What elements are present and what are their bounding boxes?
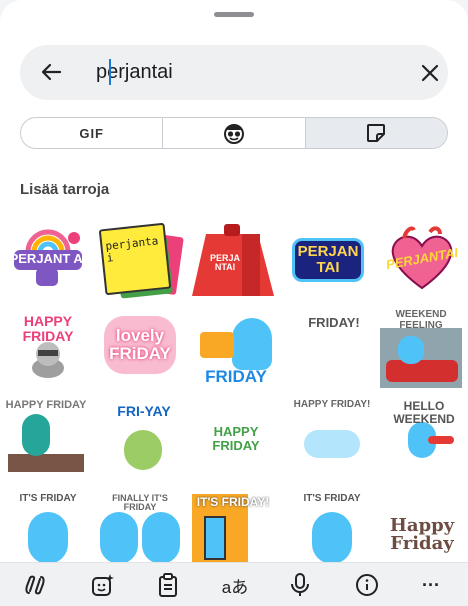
sticker-label: FINALLY IT'S FRIDAY — [112, 494, 168, 513]
more-icon[interactable]: ··· — [418, 572, 444, 598]
sticker-label: PERJAN TAI — [297, 243, 359, 276]
sticker-desk — [8, 454, 84, 472]
sticker-item[interactable]: IT'S FRIDAY — [8, 494, 88, 563]
sticker-frog — [124, 430, 162, 470]
sticker-item[interactable]: PERJANT AI — [8, 224, 88, 294]
sticker-item[interactable]: lovely FRiDAY — [100, 310, 180, 380]
search-input[interactable]: perjantai — [96, 61, 173, 84]
sticker-label: HAPPY FRIDAY — [5, 400, 87, 411]
sticker-label: FRI-YAY — [117, 404, 171, 419]
arrow-left-icon[interactable] — [38, 59, 64, 85]
search-bar[interactable]: perjantai — [20, 45, 448, 100]
sticker-item[interactable]: PERJA NTAI — [192, 220, 276, 300]
tab-gif-label: GIF — [79, 125, 104, 141]
sticker-item[interactable]: HELLO WEEKEND — [384, 400, 464, 482]
sticker-label: HAPPY FRIDAY — [22, 313, 74, 344]
sticker-car — [386, 360, 458, 382]
more-glyph: ··· — [422, 574, 440, 595]
tab-gif[interactable]: GIF — [21, 118, 164, 148]
sticker-penguin — [398, 336, 424, 364]
sticker-label: HELLO WEEKEND — [393, 400, 455, 426]
sticker-item[interactable]: WEEKEND FEELING — [378, 310, 464, 390]
sticker-item[interactable]: FRIDAY! — [294, 310, 374, 336]
sticker-item[interactable]: HAPPY FRIDAY — [196, 404, 276, 474]
sticker-boombox — [200, 332, 234, 358]
sticker-item[interactable]: FRI-YAY — [104, 404, 184, 474]
sticker-item[interactable]: PERJAN TAI — [292, 238, 364, 282]
microphone-icon[interactable] — [287, 572, 313, 598]
info-icon[interactable] — [354, 572, 380, 598]
emoji-face-icon — [223, 124, 244, 144]
sticker-label: lovely FRiDAY — [109, 326, 171, 363]
sticker-label: Happy Friday — [389, 515, 455, 554]
sticker-label: FRIDAY! — [308, 315, 360, 331]
sticker-item[interactable]: HAPPY FRIDAY — [8, 310, 88, 380]
sticker-label: HAPPY FRIDAY — [212, 424, 260, 453]
tab-stickers[interactable] — [305, 118, 447, 148]
copilot-icon[interactable] — [22, 572, 48, 598]
sticker-item[interactable]: FRIDAY — [196, 316, 276, 390]
sticker-label: IT'S FRIDAY — [19, 494, 77, 504]
tab-emoji[interactable] — [163, 118, 306, 148]
sticker-icon — [367, 124, 386, 142]
sticker-penguin — [100, 512, 138, 563]
section-title: Lisää tarroja — [20, 181, 110, 198]
translate-icon[interactable]: aあ — [220, 572, 250, 598]
sticker-label: HAPPY FRIDAY! — [293, 400, 371, 410]
clipboard-icon[interactable] — [155, 572, 181, 598]
sticker-label: IT'S FRIDAY — [303, 494, 361, 504]
category-tabs: GIF — [20, 117, 448, 149]
sticker-penguin — [28, 512, 68, 563]
sticker-sparkle-icon[interactable] — [90, 572, 116, 598]
sticker-guitar — [428, 436, 454, 444]
sticker-item[interactable]: Happy Friday — [382, 500, 462, 563]
close-icon[interactable] — [418, 61, 442, 85]
sticker-label: IT'S FRIDAY! — [196, 495, 270, 509]
text-cursor — [109, 59, 111, 85]
sticker-label: WEEKEND FEELING — [395, 310, 447, 331]
sticker-label: PERJA NTAI — [209, 253, 240, 273]
sticker-item[interactable]: HAPPY FRIDAY! — [290, 400, 374, 474]
translate-glyph: aあ — [221, 577, 249, 597]
sticker-penguin — [232, 318, 272, 370]
sticker-grid: PERJANT AI perjanta i PERJA NTAI PERJAN … — [0, 218, 468, 563]
sticker-penguin — [304, 430, 360, 458]
drag-handle[interactable] — [214, 12, 254, 17]
keyboard-toolbar: aあ ··· — [0, 562, 468, 606]
sticker-penguin — [142, 512, 180, 563]
sticker-sheet: perjantai GIF Lisää tarroja PERJANT AI p… — [0, 0, 468, 606]
sticker-item[interactable]: IT'S FRIDAY — [292, 494, 372, 563]
sticker-item[interactable]: FINALLY IT'S FRIDAY — [96, 494, 184, 563]
sticker-item[interactable]: perjanta i — [98, 220, 184, 300]
sticker-label: FRIDAY — [205, 367, 267, 386]
sticker-door — [204, 516, 226, 560]
sticker-item[interactable]: HAPPY FRIDAY — [4, 400, 88, 474]
sticker-penguin — [312, 512, 352, 563]
sticker-character — [22, 414, 50, 456]
sticker-item[interactable]: IT'S FRIDAY! — [192, 494, 274, 563]
sticker-item[interactable]: PERJANTAI — [382, 224, 462, 294]
sticker-label: PERJANT AI — [9, 251, 87, 266]
